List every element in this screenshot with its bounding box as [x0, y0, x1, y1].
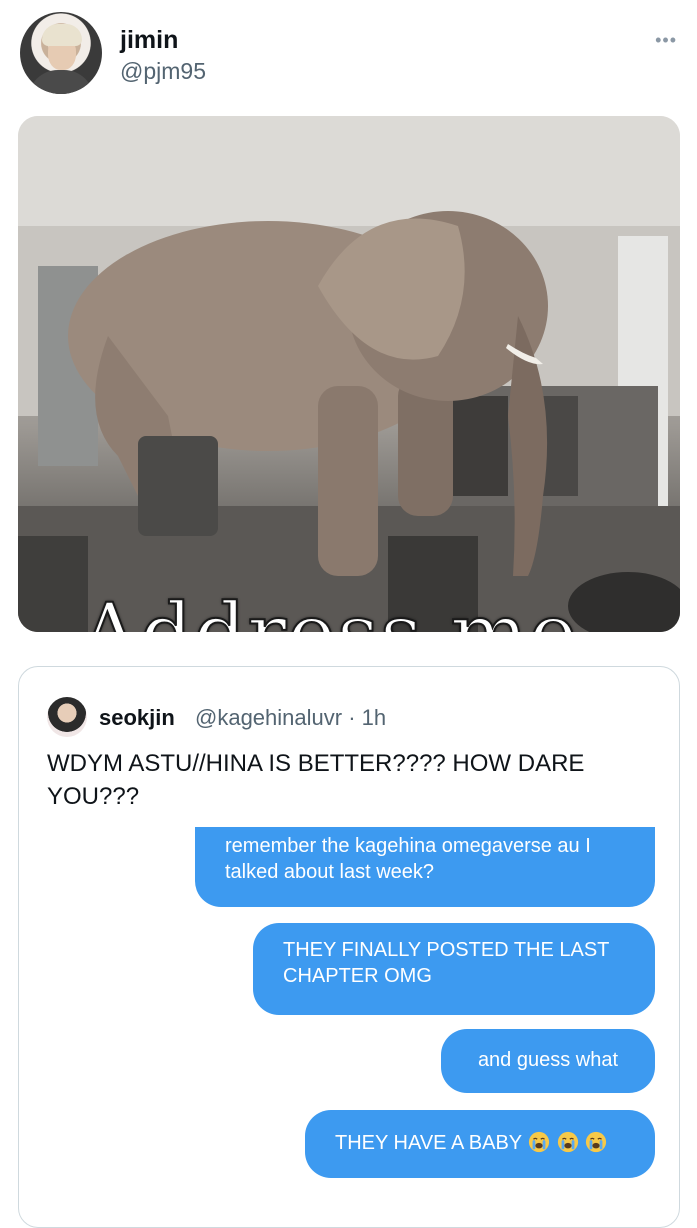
- meme-caption-text: Address me: [79, 593, 578, 633]
- elephant-room-illustration: [18, 116, 680, 632]
- tweet-media-image[interactable]: Address me: [18, 116, 680, 632]
- quoted-tweet-text: WDYM ASTU//HINA IS BETTER???? HOW DARE Y…: [47, 750, 585, 810]
- quoted-tweet-card[interactable]: seokjin @kagehinaluvr · 1h WDYM ASTU//HI…: [18, 666, 680, 1228]
- crying-face-emoji-icon: [586, 1131, 607, 1153]
- author-handle[interactable]: @pjm95: [120, 58, 206, 85]
- chat-bubble: THEY HAVE A BABY: [305, 1110, 655, 1178]
- chat-bubble: and guess what: [441, 1029, 655, 1093]
- chat-bubble: remember the kagehina omegaverse au I ta…: [195, 827, 655, 907]
- more-horizontal-icon[interactable]: •••: [655, 30, 677, 51]
- crying-face-emoji-icon: [557, 1131, 578, 1153]
- crying-face-emoji-icon: [529, 1131, 550, 1153]
- quoted-author-name[interactable]: seokjin: [99, 705, 175, 731]
- chat-bubble: THEY FINALLY POSTED THE LAST CHAPTER OMG: [253, 923, 655, 1015]
- quoted-author-handle-and-time[interactable]: @kagehinaluvr · 1h: [195, 705, 386, 731]
- author-name[interactable]: jimin: [120, 26, 178, 55]
- author-avatar[interactable]: [20, 12, 102, 94]
- chat-bubble-text: THEY HAVE A BABY: [335, 1132, 522, 1154]
- quoted-author-avatar[interactable]: [47, 697, 87, 737]
